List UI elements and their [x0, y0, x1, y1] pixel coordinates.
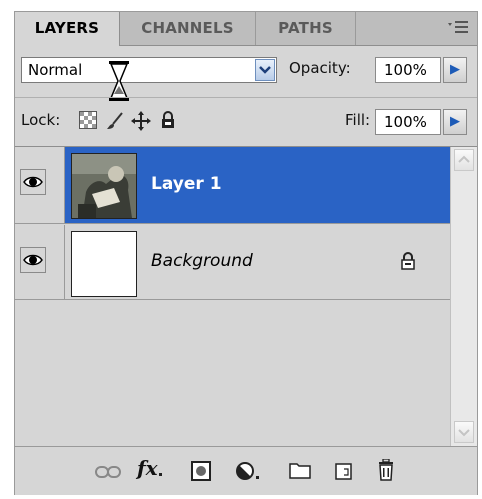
visibility-cell — [15, 225, 65, 299]
tab-bar: LAYERS CHANNELS PATHS — [15, 12, 477, 46]
layer-1-thumbnail[interactable] — [71, 153, 137, 219]
blend-mode-select[interactable]: Normal — [21, 57, 277, 101]
opacity-slider-arrow-icon[interactable]: ▶ — [443, 57, 467, 83]
tab-layers[interactable]: LAYERS — [15, 12, 120, 46]
group-folder-icon[interactable] — [289, 461, 311, 483]
layer-row-layer-1[interactable]: Layer 1 — [15, 147, 451, 224]
blend-opacity-row: Normal Opacity: 100% ▶ — [15, 46, 477, 101]
link-icon[interactable] — [95, 464, 121, 483]
adjustment-icon[interactable] — [235, 461, 261, 485]
fill-input[interactable]: 100% — [375, 109, 441, 135]
tab-paths[interactable]: PATHS — [256, 12, 356, 45]
eye-icon[interactable] — [20, 169, 46, 195]
mask-icon[interactable] — [191, 461, 211, 485]
layers-list: Layer 1 Background — [15, 146, 477, 447]
fill-label: Fill: — [345, 111, 371, 129]
chevron-down-icon[interactable] — [255, 59, 275, 81]
fx-dropdown-dot — [159, 473, 162, 476]
lock-label: Lock: — [21, 111, 61, 129]
fill-slider-arrow-icon[interactable]: ▶ — [443, 109, 467, 135]
eye-icon[interactable] — [20, 247, 46, 273]
lock-all-icon[interactable] — [159, 111, 177, 133]
new-layer-icon[interactable] — [333, 461, 353, 485]
visibility-cell — [15, 147, 65, 223]
scrollbar[interactable] — [450, 147, 477, 447]
lock-icon — [399, 252, 417, 274]
scroll-down-icon[interactable] — [454, 421, 474, 443]
tab-channels[interactable]: CHANNELS — [120, 12, 256, 45]
blend-mode-value: Normal — [28, 61, 83, 79]
opacity-input[interactable]: 100% — [375, 57, 441, 83]
layers-bottom-toolbar: fx — [15, 446, 477, 495]
lock-image-pixels-brush-icon[interactable] — [105, 111, 125, 135]
panel-menu-icon[interactable] — [447, 20, 469, 38]
layer-row-background[interactable]: Background — [15, 225, 451, 300]
scroll-up-icon[interactable] — [454, 149, 474, 171]
background-thumbnail[interactable] — [71, 231, 137, 297]
layers-panel: LAYERS CHANNELS PATHS Normal Opacity: 10… — [14, 11, 478, 495]
layer-name[interactable]: Layer 1 — [151, 174, 222, 194]
lock-transparency-icon[interactable] — [79, 111, 97, 133]
opacity-label: Opacity: — [289, 59, 351, 77]
layer-name[interactable]: Background — [151, 251, 253, 271]
lock-position-move-icon[interactable] — [131, 111, 151, 135]
fx-icon[interactable]: fx — [137, 456, 158, 480]
trash-icon[interactable] — [377, 458, 395, 485]
lock-fill-row: Lock: Fill: 100% ▶ — [15, 97, 477, 145]
